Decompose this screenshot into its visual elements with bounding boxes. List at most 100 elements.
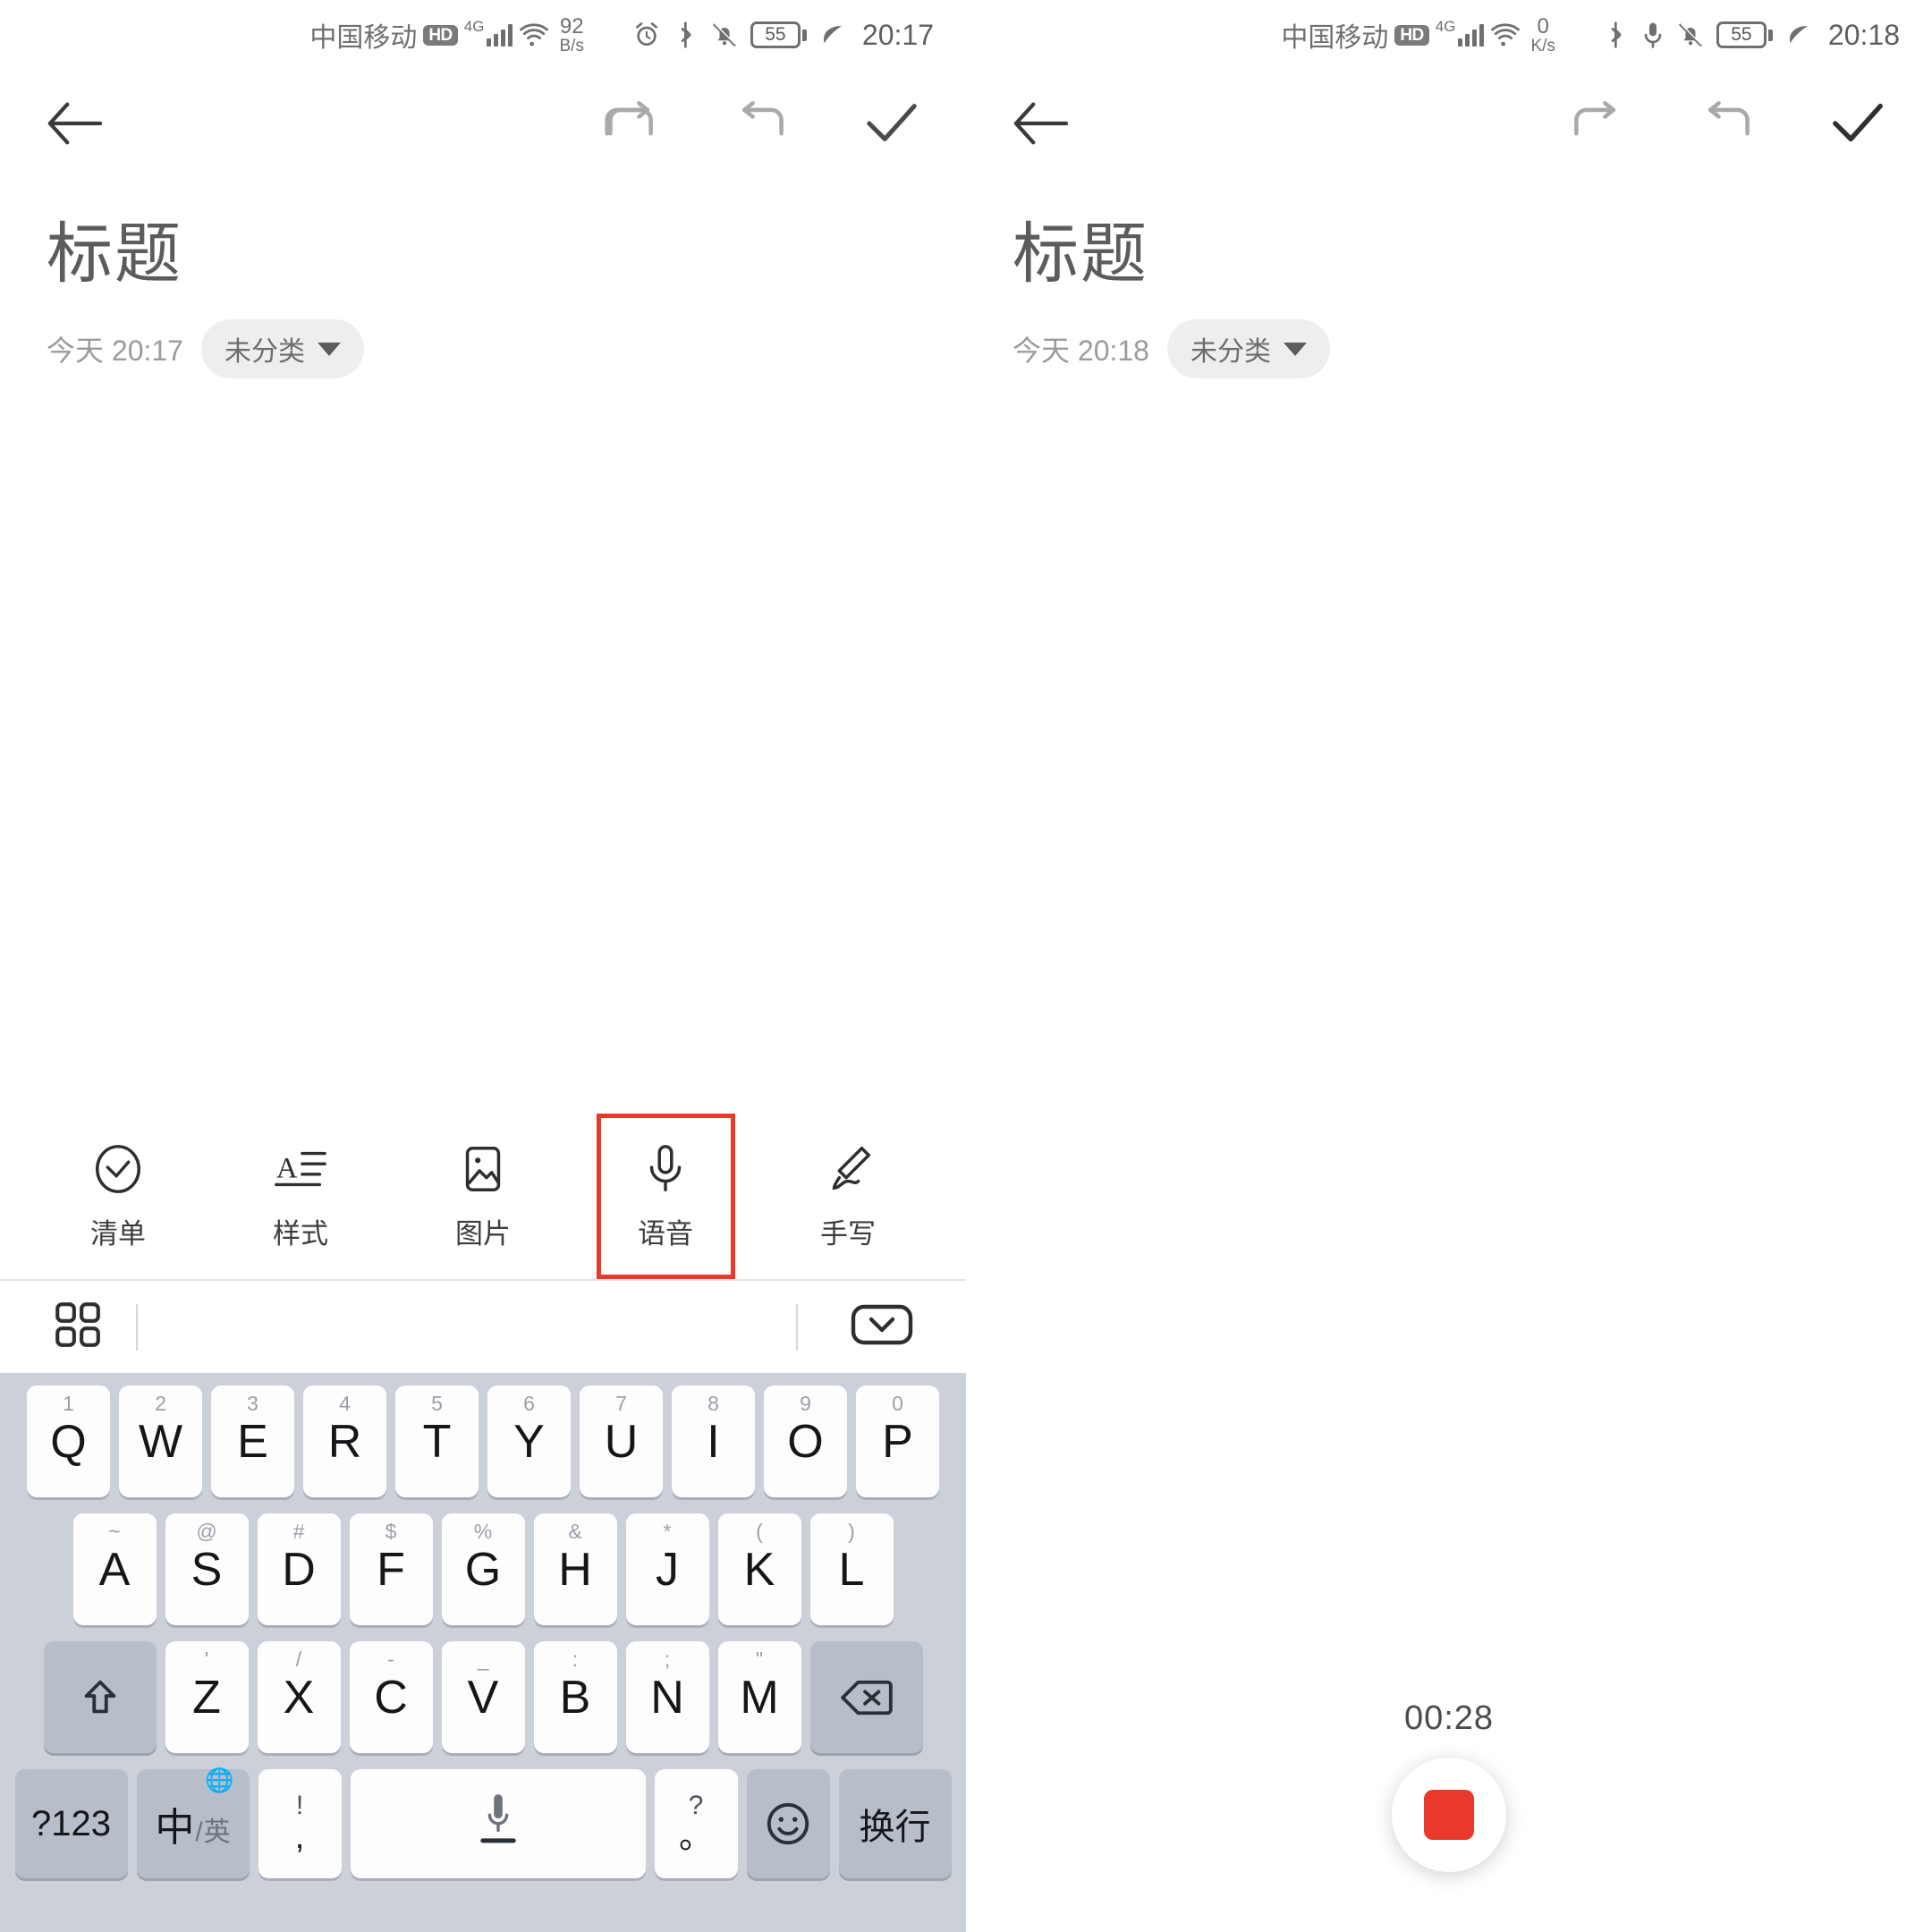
key-o[interactable]: 9O <box>764 1385 847 1497</box>
globe-icon: 🌐 <box>205 1767 234 1793</box>
key-j[interactable]: * J <box>625 1513 709 1625</box>
punct-left-stack: ! , <box>295 1792 305 1855</box>
carrier-label: 中国移动 <box>309 23 418 53</box>
key-p[interactable]: 0P <box>856 1385 939 1497</box>
key-sup: 1 <box>63 1392 74 1415</box>
key-label: J <box>656 1543 679 1596</box>
grid-apps-icon[interactable] <box>52 1299 104 1355</box>
key-b[interactable]: :B <box>533 1641 617 1753</box>
key-language-switch[interactable]: 🌐 中 / 英 <box>136 1767 250 1878</box>
key-a[interactable]: ~ A <box>72 1513 157 1625</box>
status-bar-left: 中国移动 HD 4G 92 B/s <box>309 15 584 55</box>
note-body-empty[interactable] <box>0 378 966 1237</box>
category-chip[interactable]: 未分类 <box>200 319 364 378</box>
category-chip[interactable]: 未分类 <box>1166 319 1330 378</box>
language-switch-inner: 🌐 中 / 英 <box>155 1767 233 1852</box>
key-m[interactable]: " M <box>717 1641 801 1753</box>
key-enter[interactable]: 换行 <box>838 1769 952 1878</box>
key-u[interactable]: 7U <box>580 1385 663 1497</box>
lang-zh-label: 中 <box>155 1806 195 1850</box>
bluetooth-icon <box>1604 21 1629 49</box>
key-k[interactable]: (K <box>717 1513 801 1625</box>
key-h[interactable]: & H <box>533 1513 617 1625</box>
redo-icon[interactable] <box>730 92 792 155</box>
key-l[interactable]: ) L <box>809 1513 894 1625</box>
check-icon[interactable] <box>1826 92 1889 155</box>
status-bar: 中国移动 HD 4G 92 B/s 55 20:17 <box>0 0 966 70</box>
note-date: 今天 20:18 <box>1013 335 1149 367</box>
redo-icon[interactable] <box>1696 92 1758 155</box>
note-title[interactable]: 标题 <box>966 177 1932 296</box>
key-i[interactable]: 8I <box>672 1385 755 1497</box>
key-q[interactable]: 1Q <box>27 1385 110 1497</box>
smiley-icon[interactable] <box>746 1769 830 1878</box>
key-g[interactable]: % G <box>441 1513 525 1625</box>
lang-separator: / <box>195 1818 203 1847</box>
key-t[interactable]: 5T <box>395 1385 479 1497</box>
lang-en-label: 英 <box>203 1818 231 1847</box>
format-item-label: 样式 <box>273 1218 328 1250</box>
network-speed-value: 0 <box>1537 13 1549 38</box>
note-meta-row: 今天 20:18 未分类 <box>966 296 1932 378</box>
key-y[interactable]: 6Y <box>487 1385 571 1497</box>
format-item-label: 清单 <box>90 1218 146 1250</box>
key-label: W <box>138 1415 183 1468</box>
key-label: A <box>98 1543 131 1596</box>
key-w[interactable]: 2W <box>119 1385 202 1497</box>
key-label: C <box>374 1671 408 1724</box>
key-c[interactable]: -C <box>349 1641 433 1753</box>
key-v[interactable]: _ V <box>441 1641 525 1753</box>
key-numbers-symbols[interactable]: ?123 <box>14 1769 128 1878</box>
key-label: H <box>558 1543 592 1596</box>
key-sup: : <box>572 1648 579 1671</box>
format-item-image[interactable]: 图片 <box>419 1118 548 1275</box>
status-bar-clock: 20:18 <box>1827 18 1900 51</box>
format-item-label: 图片 <box>455 1218 511 1250</box>
key-f[interactable]: $ F <box>349 1513 433 1625</box>
collapse-keyboard-icon[interactable] <box>850 1301 914 1352</box>
key-label: K <box>743 1543 775 1596</box>
key-sup: ( <box>756 1520 763 1543</box>
network-speed-value: 92 <box>559 13 584 38</box>
format-item-voice[interactable]: 语音 <box>596 1114 735 1279</box>
key-z[interactable]: ' Z <box>165 1641 249 1753</box>
key-punctuation-left[interactable]: ! , <box>258 1769 342 1878</box>
back-arrow-icon[interactable] <box>43 92 106 155</box>
backspace-icon[interactable] <box>809 1641 923 1753</box>
key-s[interactable]: @ S <box>165 1513 249 1625</box>
stop-recording-button[interactable] <box>1392 1758 1506 1872</box>
app-bar <box>966 70 1932 177</box>
note-title[interactable]: 标题 <box>0 177 966 296</box>
undo-icon[interactable] <box>599 92 662 155</box>
status-bar: 中国移动 HD 4G 0 K/s 55 20:18 <box>966 0 1932 70</box>
format-item-style[interactable]: A 样式 <box>236 1118 366 1275</box>
key-d[interactable]: # D <box>257 1513 341 1625</box>
key-sup: 4 <box>339 1392 351 1415</box>
key-x[interactable]: / X <box>257 1641 341 1753</box>
key-sup: 7 <box>615 1392 627 1415</box>
hd-badge: HD <box>1394 24 1429 46</box>
key-punctuation-right[interactable]: ? 。 <box>654 1769 738 1878</box>
back-arrow-icon[interactable] <box>1009 92 1072 155</box>
punct-left-bottom: , <box>294 1818 305 1856</box>
undo-icon[interactable] <box>1565 92 1628 155</box>
format-item-label: 语音 <box>638 1218 693 1250</box>
app-bar-actions <box>1565 92 1889 155</box>
format-item-checklist[interactable]: 清单 <box>54 1118 183 1275</box>
key-n[interactable]: ; N <box>625 1641 709 1753</box>
shift-arrow-icon[interactable] <box>43 1641 157 1753</box>
wifi-icon <box>519 22 549 47</box>
status-bar-right: 55 20:18 <box>1604 19 1900 52</box>
key-sup: ' <box>204 1648 209 1671</box>
keyboard-row-2: ~ A @ S # D $ F % G & H * J (K ) L <box>7 1513 959 1625</box>
key-sup: 3 <box>247 1392 258 1415</box>
key-sup: 5 <box>431 1392 443 1415</box>
key-r[interactable]: 4R <box>303 1385 386 1497</box>
key-space[interactable] <box>350 1769 646 1878</box>
on-screen-keyboard[interactable]: 1Q 2W 3E 4R 5T 6Y 7U 8I 9O 0P ~ A @ S # D $… <box>0 1373 966 1932</box>
key-e[interactable]: 3E <box>211 1385 294 1497</box>
punct-left-top: ! <box>295 1791 304 1821</box>
microphone-icon <box>1641 21 1665 49</box>
format-item-handwriting[interactable]: 手写 <box>784 1118 913 1275</box>
check-icon[interactable] <box>860 92 923 155</box>
